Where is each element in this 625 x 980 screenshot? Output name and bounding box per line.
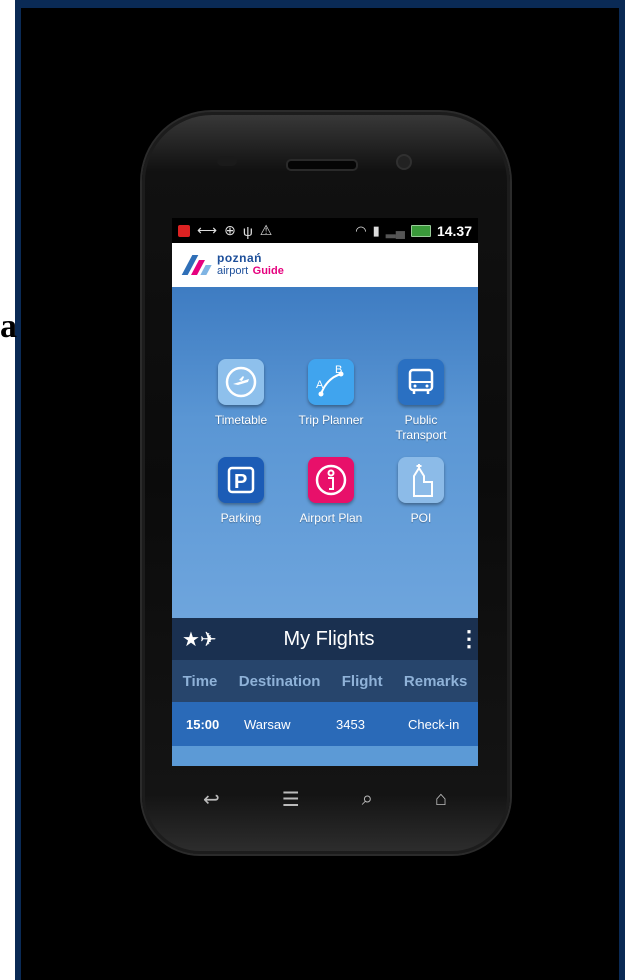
tile-parking[interactable]: P Parking [196,457,286,526]
usb-icon: ψ [242,222,253,239]
tile-label: Public Transport [395,413,447,442]
edge-letter: a [0,308,17,345]
parking-icon: P [218,457,264,503]
battery-icon [410,224,431,237]
route-ab-icon: AB [308,359,354,405]
column-header-remarks: Remarks [403,672,468,690]
flight-time: 15:00 [186,716,220,732]
tile-grid: Timetable AB Trip Planner Public Transpo… [196,359,466,526]
favorite-flights-icon[interactable]: ★✈ [182,627,220,652]
logo-icon [181,252,212,278]
tile-label: Airport Plan [299,511,363,525]
tile-label: Parking [220,511,262,525]
status-time: 14.37 [436,222,472,239]
tile-label: POI [410,511,432,525]
tile-label: Timetable [214,413,268,427]
my-flights-bar: ★✈ My Flights ⋮ [172,618,478,660]
signal-icon: ▂▄ [385,222,405,238]
app-header: poznań airport Guide [172,243,478,287]
flight-remarks: Check-in [408,716,460,732]
sd-card-icon: ▮ [372,222,380,238]
church-icon [398,457,444,503]
svg-text:P: P [234,471,247,493]
menu-icon[interactable]: ☰ [282,787,300,812]
logo-guide: Guide [252,265,284,277]
proximity-sensor [217,156,237,166]
flight-number: 3453 [336,716,365,732]
bus-icon [398,359,444,405]
tile-label: Trip Planner [298,413,364,427]
column-header-destination: Destination [238,672,321,690]
status-bar: ⟷ ⊕ ψ ⚠ ◠ ▮ ▂▄ 14.37 [172,218,478,243]
usb-link-icon: ⟷ [197,222,218,238]
clock-plane-icon [218,359,264,405]
tile-trip-planner[interactable]: AB Trip Planner [286,359,376,443]
flight-destination: Warsaw [244,716,291,732]
tile-timetable[interactable]: Timetable [196,359,286,443]
tile-public-transport[interactable]: Public Transport [376,359,466,443]
svg-text:B: B [335,364,342,376]
svg-text:A: A [316,379,324,391]
front-camera [396,154,412,170]
earpiece-speaker [286,159,358,171]
logo-line2: airport [217,265,249,277]
phone-screen: ⟷ ⊕ ψ ⚠ ◠ ▮ ▂▄ 14.37 poznań airport Guid… [172,218,478,766]
phone-nav-bar: ↩ ☰ ⌕ ⌂ [172,778,478,820]
warning-icon: ⚠ [259,222,273,238]
back-icon[interactable]: ↩ [203,787,220,812]
flights-table-header: Time Destination Flight Remarks [172,660,478,702]
tile-poi[interactable]: POI [376,457,466,526]
tile-airport-plan[interactable]: Airport Plan [286,457,376,526]
search-icon[interactable]: ⌕ [362,788,373,811]
wifi-icon: ◠ [355,222,367,238]
logo-text: poznań airport Guide [217,252,284,277]
my-flights-title: My Flights [283,627,375,650]
column-header-flight: Flight [341,672,383,690]
info-icon [308,457,354,503]
notification-icon [178,224,190,237]
overflow-menu-icon[interactable]: ⋮ [458,626,478,652]
phone-device: ⟷ ⊕ ψ ⚠ ◠ ▮ ▂▄ 14.37 poznań airport Guid… [142,112,510,854]
dashboard: Timetable AB Trip Planner Public Transpo… [172,287,478,618]
column-header-time: Time [182,672,218,690]
download-icon: ⊕ [224,222,236,238]
table-row[interactable]: 15:00 Warsaw 3453 Check-in [172,702,478,746]
home-icon[interactable]: ⌂ [435,788,447,811]
